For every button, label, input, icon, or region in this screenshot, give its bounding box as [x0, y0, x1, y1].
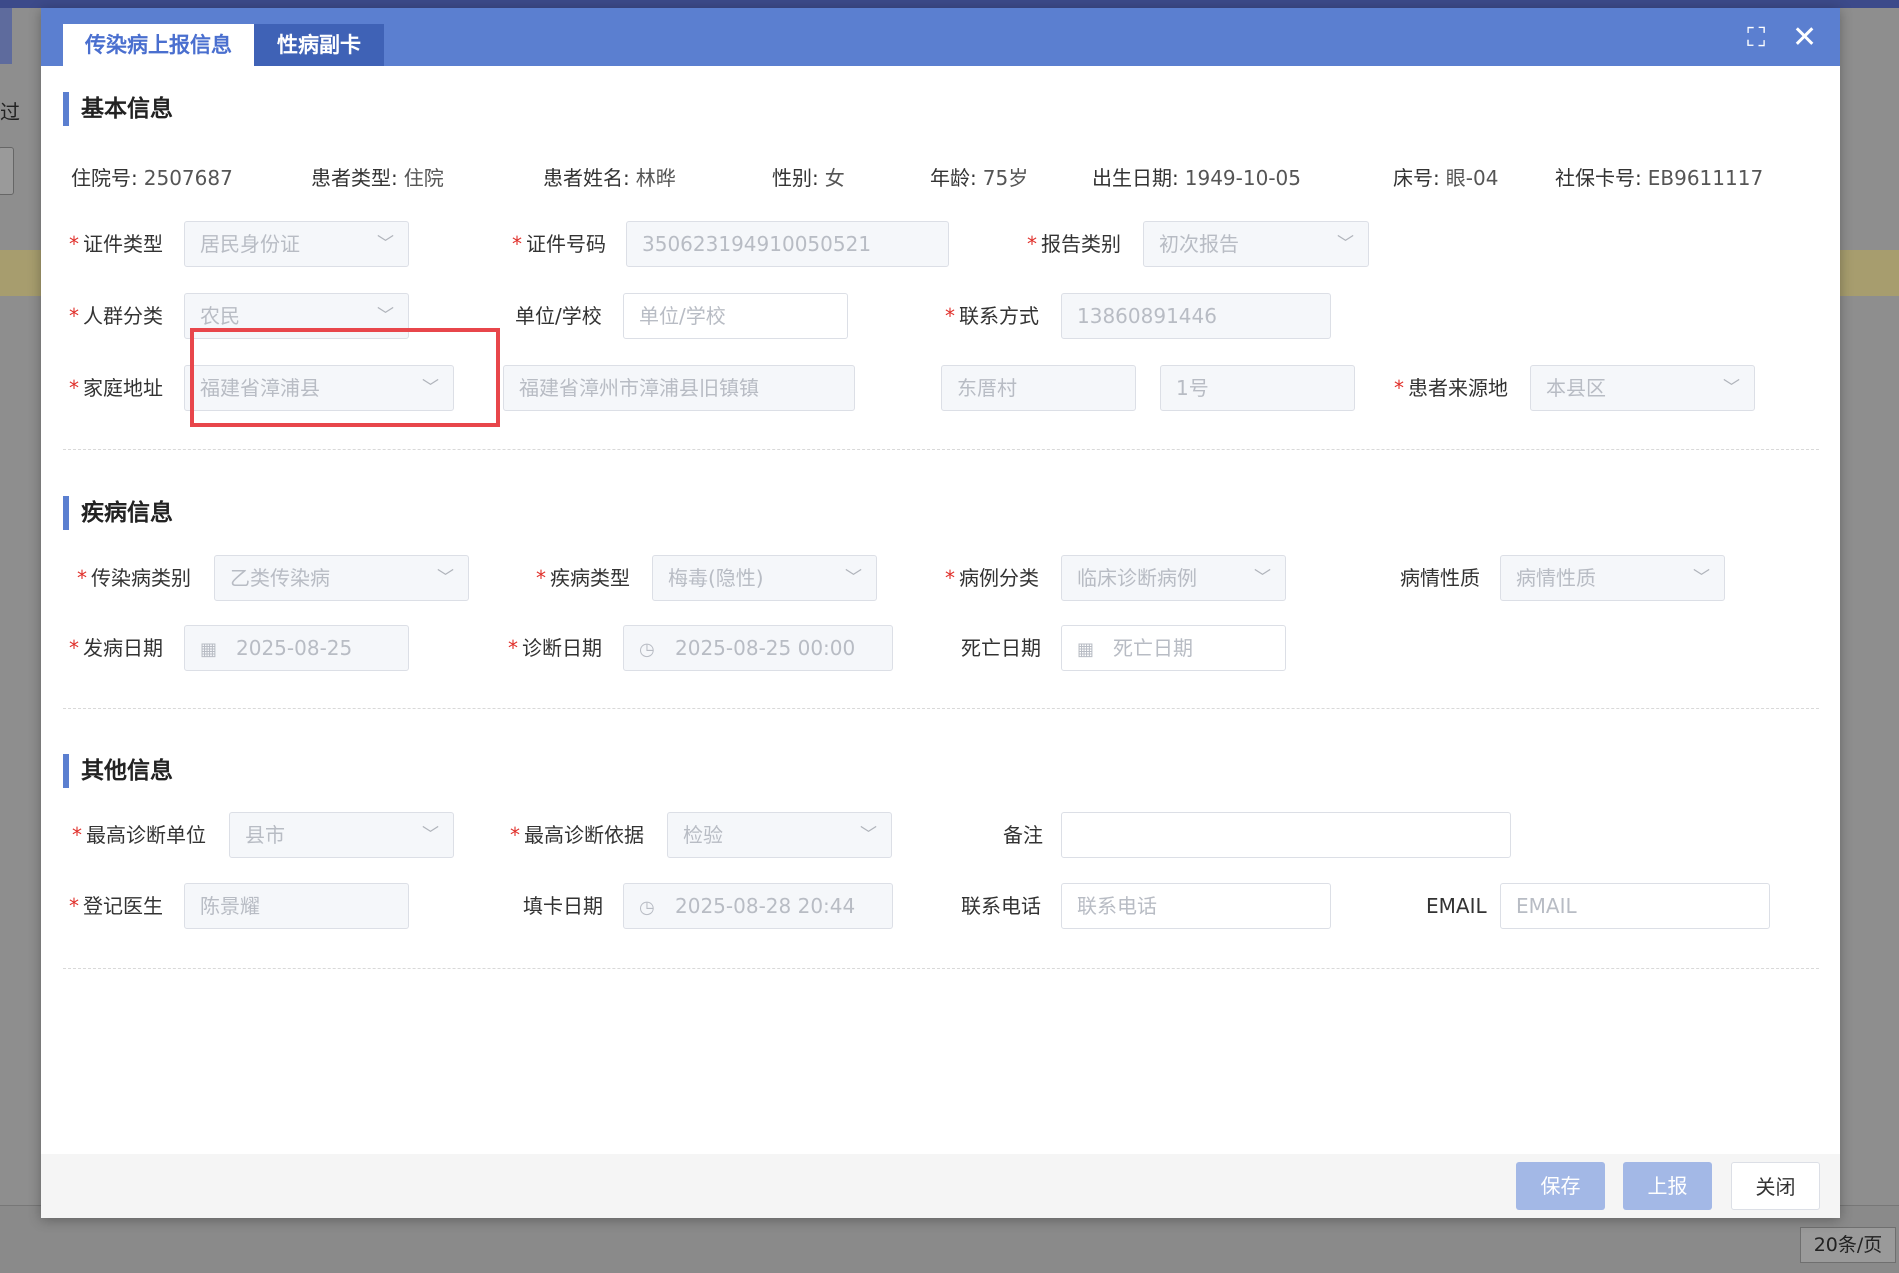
patient-dob: 出生日期: 1949-10-05 [1092, 166, 1301, 190]
death-label: 死亡日期 [961, 636, 1041, 660]
top-basis-select[interactable]: 检验 ﹀ [667, 812, 892, 858]
contact-label: * 联系方式 [945, 304, 1039, 328]
doctor-input[interactable]: 陈景耀 [184, 883, 409, 929]
death-date-picker[interactable]: ▦ 死亡日期 [1061, 625, 1286, 671]
patient-age: 年龄: 75岁 [930, 166, 1029, 190]
report-button[interactable]: 上报 [1623, 1162, 1712, 1210]
source-select[interactable]: 本县区 ﹀ [1530, 365, 1755, 411]
diag-date-picker[interactable]: ◷ 2025-08-25 00:00 [623, 625, 893, 671]
clock-icon: ◷ [639, 639, 655, 660]
calendar-icon: ▦ [1077, 639, 1095, 660]
nature-select[interactable]: 病情性质 ﹀ [1500, 555, 1725, 601]
chevron-down-icon: ﹀ [437, 568, 454, 588]
doctor-label: * 登记医生 [69, 894, 163, 918]
email-label: EMAIL [1426, 894, 1487, 918]
chevron-down-icon: ﹀ [845, 568, 862, 588]
report-dialog: 传染病上报信息 性病副卡 ⛶ ✕ 基本信息 住院号: 2507687 患者类型: 住… [41, 8, 1840, 1218]
tab-infectious-report[interactable]: 传染病上报信息 [63, 24, 254, 66]
remark-input[interactable] [1061, 812, 1511, 858]
fill-date-label: 填卡日期 [523, 894, 603, 918]
case-select[interactable]: 临床诊断病例 ﹀ [1061, 555, 1286, 601]
category-label: * 传染病类别 [77, 566, 191, 590]
hospital-no: 住院号: 2507687 [71, 166, 233, 190]
dialog-header: 传染病上报信息 性病副卡 ⛶ ✕ [41, 8, 1840, 66]
diag-label: * 诊断日期 [508, 636, 602, 660]
background-highlight-row-right [1840, 250, 1899, 296]
report-type-label: * 报告类别 [1027, 232, 1121, 256]
background-tab [0, 8, 12, 64]
unit-input[interactable]: 单位/学校 [623, 293, 848, 339]
phone-label: 联系电话 [961, 894, 1041, 918]
chevron-down-icon: ﹀ [1723, 378, 1740, 398]
background-top-bar [0, 0, 1899, 8]
address-label: * 家庭地址 [69, 376, 163, 400]
onset-date-picker[interactable]: ▦ 2025-08-25 [184, 625, 409, 671]
address-town-input[interactable]: 福建省漳州市漳浦县旧镇镇 [503, 365, 855, 411]
chevron-down-icon: ﹀ [377, 234, 394, 254]
chevron-down-icon: ﹀ [1254, 568, 1271, 588]
id-no-label: * 证件号码 [512, 232, 606, 256]
address-village-input[interactable]: 东厝村 [941, 365, 1136, 411]
close-icon[interactable]: ✕ [1792, 23, 1817, 53]
fill-date-picker[interactable]: ◷ 2025-08-28 20:44 [623, 883, 893, 929]
divider [63, 708, 1819, 709]
disease-type-label: * 疾病类型 [536, 566, 630, 590]
save-button[interactable]: 保存 [1516, 1162, 1605, 1210]
fullscreen-icon[interactable]: ⛶ [1747, 24, 1765, 52]
disease-type-select[interactable]: 梅毒(隐性) ﹀ [652, 555, 877, 601]
crowd-label: * 人群分类 [69, 304, 163, 328]
close-button[interactable]: 关闭 [1731, 1162, 1820, 1210]
tab-std-card[interactable]: 性病副卡 [254, 24, 384, 66]
divider [63, 449, 1819, 450]
calendar-icon: ▦ [200, 639, 218, 660]
top-unit-select[interactable]: 县市 ﹀ [229, 812, 454, 858]
section-title-basic: 基本信息 [63, 91, 173, 127]
background-button [0, 147, 14, 195]
remark-label: 备注 [1003, 823, 1043, 847]
chevron-down-icon: ﹀ [1693, 568, 1710, 588]
top-basis-label: * 最高诊断依据 [510, 823, 644, 847]
unit-label: 单位/学校 [515, 304, 602, 328]
clock-icon: ◷ [639, 897, 655, 918]
background-text: 过 [0, 100, 20, 124]
top-unit-label: * 最高诊断单位 [72, 823, 206, 847]
section-title-other: 其他信息 [63, 753, 173, 789]
email-input[interactable]: EMAIL [1500, 883, 1770, 929]
chevron-down-icon: ﹀ [422, 825, 439, 845]
address-number-input[interactable]: 1号 [1160, 365, 1355, 411]
chevron-down-icon: ﹀ [860, 825, 877, 845]
source-label: * 患者来源地 [1394, 376, 1508, 400]
section-title-disease: 疾病信息 [63, 495, 173, 531]
id-type-label: * 证件类型 [69, 232, 163, 256]
category-select[interactable]: 乙类传染病 ﹀ [214, 555, 469, 601]
case-label: * 病例分类 [945, 566, 1039, 590]
chevron-down-icon: ﹀ [1337, 234, 1354, 254]
patient-gender: 性别: 女 [772, 166, 845, 190]
id-no-input[interactable]: 350623194910050521 [626, 221, 949, 267]
patient-type: 患者类型: 住院 [311, 166, 444, 190]
contact-input[interactable]: 13860891446 [1061, 293, 1331, 339]
patient-name: 患者姓名: 林晔 [543, 166, 676, 190]
background-highlight-row [0, 250, 42, 296]
nature-label: 病情性质 [1400, 566, 1480, 590]
id-type-select[interactable]: 居民身份证 ﹀ [184, 221, 409, 267]
divider [63, 968, 1819, 969]
phone-input[interactable]: 联系电话 [1061, 883, 1331, 929]
highlight-annotation [190, 328, 500, 427]
patient-ss-card: 社保卡号: EB9611117 [1555, 166, 1764, 190]
patient-bed: 床号: 眼-04 [1393, 166, 1499, 190]
onset-label: * 发病日期 [69, 636, 163, 660]
page-size-select[interactable]: 20条/页 [1800, 1227, 1896, 1263]
report-type-select[interactable]: 初次报告 ﹀ [1143, 221, 1369, 267]
